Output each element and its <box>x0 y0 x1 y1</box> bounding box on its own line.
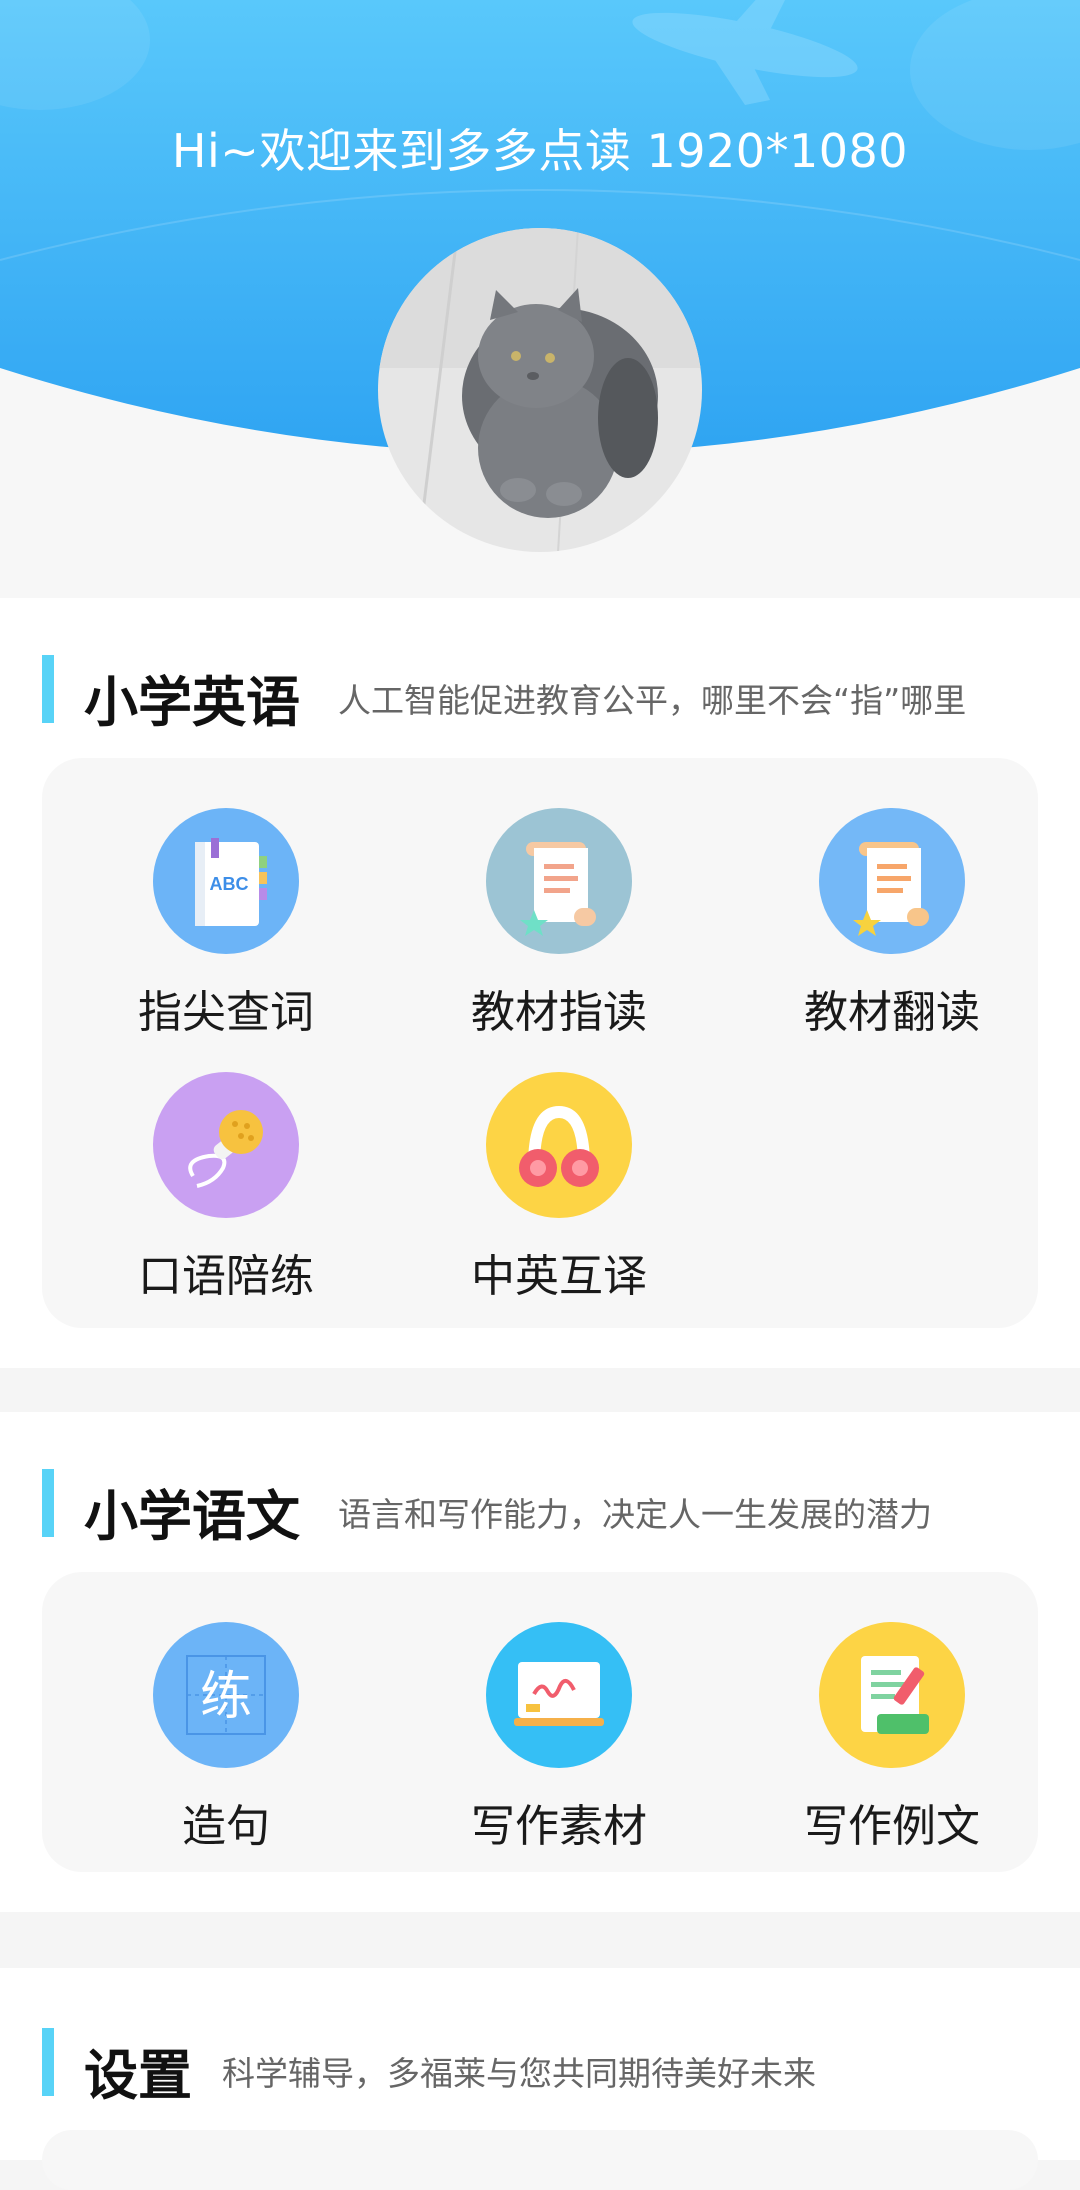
section-english: 小学英语 人工智能促进教育公平，哪里不会“指”哪里 ABC 指尖查词 教材指读 … <box>0 598 1080 1368</box>
tile-label: 写作例文 <box>804 1801 980 1852</box>
tile-label: 写作素材 <box>471 1801 647 1852</box>
section-header-english: 小学英语 人工智能促进教育公平，哪里不会“指”哪里 <box>0 598 1080 758</box>
chinese-feature-card: 练 造句 写作素材 写作例文 <box>42 1572 1038 1872</box>
section-chinese: 小学语文 语言和写作能力，决定人一生发展的潜力 练 造句 写作素材 写作例文 <box>0 1412 1080 1912</box>
svg-text:练: 练 <box>200 1667 252 1727</box>
avatar[interactable] <box>378 228 702 552</box>
tile-label: 教材指读 <box>471 987 647 1038</box>
tile-writing-examples[interactable]: 写作例文 <box>727 1622 1057 1872</box>
note-pencil-icon <box>819 1622 965 1768</box>
section-accent-bar <box>42 2028 54 2096</box>
abc-book-icon: ABC <box>153 808 299 954</box>
cat-photo <box>378 228 702 552</box>
tile-label: 指尖查词 <box>138 987 314 1038</box>
section-header-settings[interactable]: 设置 科学辅导，多福莱与您共同期待美好未来 <box>0 1968 1080 2128</box>
svg-text:ABC: ABC <box>210 874 249 894</box>
tile-sentence-making[interactable]: 练 造句 <box>61 1622 391 1872</box>
section-title: 小学英语 <box>84 671 300 734</box>
tile-label: 口语陪练 <box>138 1251 314 1302</box>
section-settings: 设置 科学辅导，多福莱与您共同期待美好未来 <box>0 1968 1080 2190</box>
scroll-icon <box>819 808 965 954</box>
section-title: 设置 <box>84 2044 192 2107</box>
tile-label: 教材翻读 <box>804 987 980 1038</box>
welcome-greeting: Hi~欢迎来到多多点读 1920*1080 <box>171 124 909 178</box>
section-subtitle: 科学辅导，多福莱与您共同期待美好未来 <box>222 2054 816 2093</box>
section-accent-bar <box>42 1469 54 1537</box>
tile-cn-en-translate[interactable]: 中英互译 <box>394 1072 724 1322</box>
tile-writing-material[interactable]: 写作素材 <box>394 1622 724 1872</box>
practice-character-icon: 练 <box>153 1622 299 1768</box>
tile-word-lookup[interactable]: ABC 指尖查词 <box>61 808 391 1058</box>
section-subtitle: 人工智能促进教育公平，哪里不会“指”哪里 <box>338 681 967 720</box>
section-header-chinese: 小学语文 语言和写作能力，决定人一生发展的潜力 <box>0 1412 1080 1572</box>
whiteboard-icon <box>486 1622 632 1768</box>
section-title: 小学语文 <box>84 1485 300 1548</box>
settings-card <box>42 2130 1038 2190</box>
tile-textbook-flipread[interactable]: 教材翻读 <box>727 808 1057 1058</box>
english-feature-card: ABC 指尖查词 教材指读 教材翻读 口语陪练 中英互译 <box>42 758 1038 1328</box>
tile-oral-practice[interactable]: 口语陪练 <box>61 1072 391 1322</box>
tile-textbook-pointread[interactable]: 教材指读 <box>394 808 724 1058</box>
section-subtitle: 语言和写作能力，决定人一生发展的潜力 <box>338 1495 932 1534</box>
header-banner: Hi~欢迎来到多多点读 1920*1080 <box>0 0 1080 600</box>
tile-label: 造句 <box>182 1801 270 1852</box>
headphones-icon <box>486 1072 632 1218</box>
section-accent-bar <box>42 655 54 723</box>
tile-label: 中英互译 <box>471 1251 647 1302</box>
microphone-icon <box>153 1072 299 1218</box>
scroll-icon <box>486 808 632 954</box>
